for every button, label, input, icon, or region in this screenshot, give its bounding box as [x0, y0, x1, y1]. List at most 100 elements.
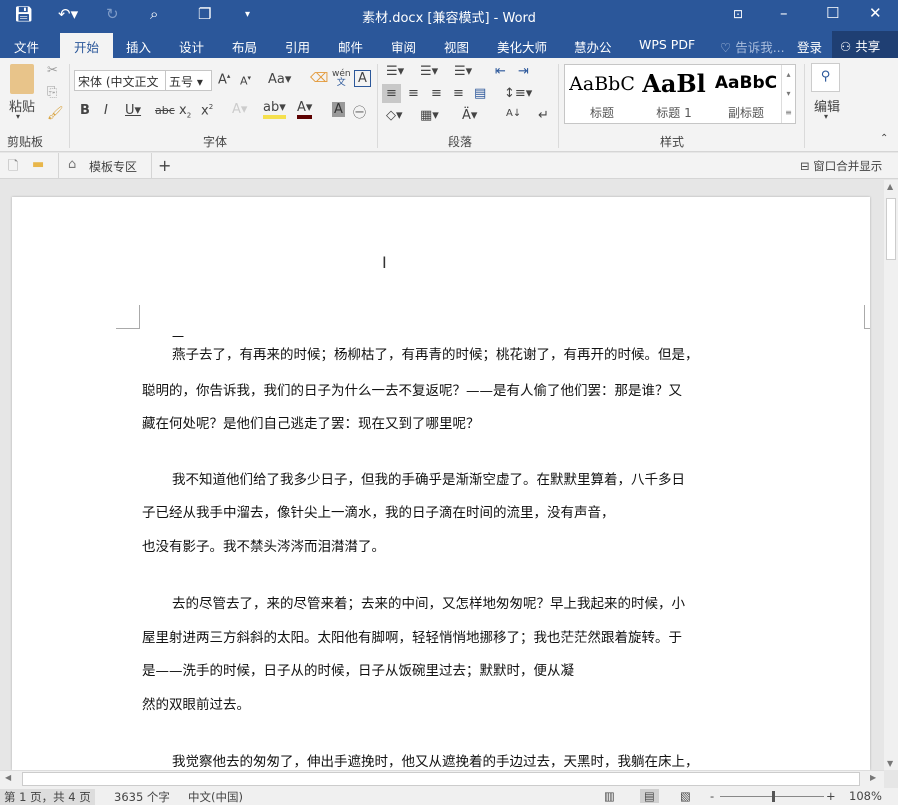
style-heading-1[interactable]: AaBl 标题 1 [639, 73, 709, 121]
edit-dropdown-icon[interactable]: ▾ [824, 112, 828, 121]
zoom-out-button[interactable]: - [710, 789, 714, 803]
ribbon-display-icon[interactable]: ⊡ [733, 7, 743, 21]
page-count[interactable]: 第 1 页，共 4 页 [0, 789, 95, 805]
copy-icon[interactable]: ⎘ [47, 85, 57, 100]
asian-layout-icon[interactable]: Ä▾ [462, 108, 477, 123]
phonetic-guide-icon[interactable]: wén 文 [332, 70, 351, 88]
merge-windows-button[interactable]: ⊟ 窗口合并显示 [800, 158, 882, 174]
style-sample: AaBl [642, 73, 706, 98]
zoom-slider-thumb[interactable] [772, 791, 776, 802]
font-color-icon[interactable]: A▾ [297, 100, 313, 119]
subscript-icon[interactable]: x2 [179, 103, 191, 120]
enclose-char-icon[interactable]: ㊀ [353, 102, 366, 121]
change-case-icon[interactable]: Aa▾ [268, 72, 291, 87]
template-tab-label: 模板专区 [89, 160, 138, 174]
styles-scroll[interactable]: ▴ ▾ ≡ [781, 65, 795, 123]
lightbulb-icon: ♡ [720, 40, 732, 55]
scroll-down-icon[interactable]: ▼ [887, 759, 893, 768]
paragraph-line: 燕子去了，有再来的时候；杨柳枯了，有再青的时候；桃花谢了，有再开的时候。但是， [172, 347, 699, 363]
decrease-indent-icon[interactable]: ⇤ [495, 64, 506, 79]
login-link[interactable]: 登录 [797, 37, 822, 56]
paste-button[interactable]: 粘贴 [9, 96, 35, 115]
tab-insert[interactable]: 插入 [126, 37, 151, 56]
tab-mailings[interactable]: 邮件 [338, 37, 363, 56]
tab-design[interactable]: 设计 [179, 37, 204, 56]
scroll-left-icon[interactable]: ◀ [5, 773, 11, 782]
zoom-level[interactable]: 108% [849, 789, 882, 803]
text-cursor-icon: I [382, 253, 387, 272]
add-tab-icon[interactable]: + [158, 156, 171, 175]
share-button[interactable]: ⚇ 共享 [832, 31, 898, 58]
align-right-icon[interactable]: ≡ [431, 86, 442, 101]
find-icon[interactable]: ⚲ [811, 63, 840, 92]
title-bar: 💾︎ ↶▾ ↻ ⌕ ❐ ▾ 素材.docx [兼容模式] - Word ⊡ – … [0, 0, 898, 31]
shrink-font-icon[interactable]: A▾ [240, 74, 251, 88]
open-folder-icon[interactable]: ▬ [32, 157, 44, 172]
print-layout-icon[interactable]: ▤ [640, 789, 659, 803]
horizontal-scrollbar[interactable]: ◀ ▶ [0, 770, 884, 788]
vertical-scrollbar[interactable]: ▲ ▼ [884, 180, 898, 770]
borders-icon[interactable]: ▦▾ [420, 108, 439, 123]
close-button[interactable]: ✕ [869, 4, 882, 22]
italic-icon[interactable]: I [104, 103, 108, 118]
grow-font-icon[interactable]: A▴ [218, 72, 230, 87]
tab-wps-pdf[interactable]: WPS PDF [639, 37, 695, 52]
horizontal-scroll-thumb[interactable] [22, 772, 860, 786]
tab-review[interactable]: 审阅 [391, 37, 416, 56]
template-tab[interactable]: ⌂ 模板专区 [58, 153, 152, 179]
char-shading-icon[interactable]: A [332, 102, 345, 117]
paragraph-line: 是——洗手的时候，日子从的时候，日子从饭碗里过去；默默时，便从凝 [142, 663, 574, 679]
tab-layout[interactable]: 布局 [232, 37, 257, 56]
paragraph-line: 屋里射进两三方斜斜的太阳。太阳他有脚啊，轻轻悄悄地挪移了；我也茫茫然跟着旋转。于 [142, 630, 682, 646]
style-title[interactable]: AaBbC 标题 [567, 73, 637, 121]
tell-me[interactable]: ♡ 告诉我... [720, 37, 785, 56]
tab-file[interactable]: 文件 [14, 37, 39, 56]
shading-icon[interactable]: ◇▾ [386, 108, 403, 123]
vertical-scroll-thumb[interactable] [886, 198, 896, 260]
tab-huibangong[interactable]: 慧办公 [574, 37, 612, 56]
numbering-icon[interactable]: ☰▾ [420, 64, 438, 79]
style-subtitle[interactable]: AaBbC 副标题 [711, 73, 781, 121]
new-doc-icon[interactable]: 🗋︎ [8, 157, 18, 179]
paste-icon[interactable] [10, 64, 34, 94]
strikethrough-icon[interactable]: abc [155, 104, 175, 117]
line-spacing-icon[interactable]: ↕≡▾ [504, 86, 532, 101]
tab-references[interactable]: 引用 [285, 37, 310, 56]
char-border-icon[interactable]: A [354, 70, 371, 87]
justify-icon[interactable]: ≡ [453, 86, 464, 101]
zoom-in-button[interactable]: + [826, 789, 836, 803]
scroll-up-icon[interactable]: ▲ [887, 182, 893, 191]
web-layout-icon[interactable]: ▧ [680, 789, 691, 803]
collapse-ribbon-icon[interactable]: ⌃ [880, 133, 888, 144]
align-left-icon[interactable]: ≡ [382, 84, 401, 103]
cut-icon[interactable]: ✂ [47, 63, 58, 78]
language[interactable]: 中文(中国) [188, 789, 243, 805]
highlight-icon[interactable]: ab▾ [263, 100, 286, 119]
read-mode-icon[interactable]: ▥ [604, 789, 615, 803]
scroll-right-icon[interactable]: ▶ [870, 773, 876, 782]
sort-icon[interactable]: A↓ [506, 108, 521, 119]
paste-dropdown-icon[interactable]: ▾ [16, 112, 20, 121]
word-count[interactable]: 3635 个字 [114, 789, 170, 805]
bullets-icon[interactable]: ☰▾ [386, 64, 404, 79]
bold-icon[interactable]: B [80, 103, 90, 118]
minimize-button[interactable]: – [780, 4, 788, 22]
tell-me-label: 告诉我... [735, 40, 785, 55]
distributed-icon[interactable]: ▤ [474, 86, 486, 101]
tab-beautify[interactable]: 美化大师 [497, 37, 547, 56]
show-marks-icon[interactable]: ↵ [538, 108, 549, 123]
font-name-select[interactable]: 宋体 (中文正文 [74, 70, 166, 91]
underline-icon[interactable]: U▾ [125, 103, 141, 118]
superscript-icon[interactable]: x2 [201, 103, 213, 118]
divider [558, 64, 559, 148]
tab-view[interactable]: 视图 [444, 37, 469, 56]
increase-indent-icon[interactable]: ⇥ [518, 64, 529, 79]
tab-home[interactable]: 开始 [60, 33, 114, 58]
font-size-select[interactable]: 五号 ▾ [165, 70, 212, 91]
format-painter-icon[interactable]: 🖌︎ [47, 106, 64, 121]
maximize-button[interactable]: ☐ [826, 4, 839, 22]
align-center-icon[interactable]: ≡ [408, 86, 419, 101]
multilevel-list-icon[interactable]: ☰▾ [454, 64, 472, 79]
clear-format-icon[interactable]: ⌫ [310, 71, 328, 86]
text-effects-icon[interactable]: A▾ [232, 102, 247, 117]
